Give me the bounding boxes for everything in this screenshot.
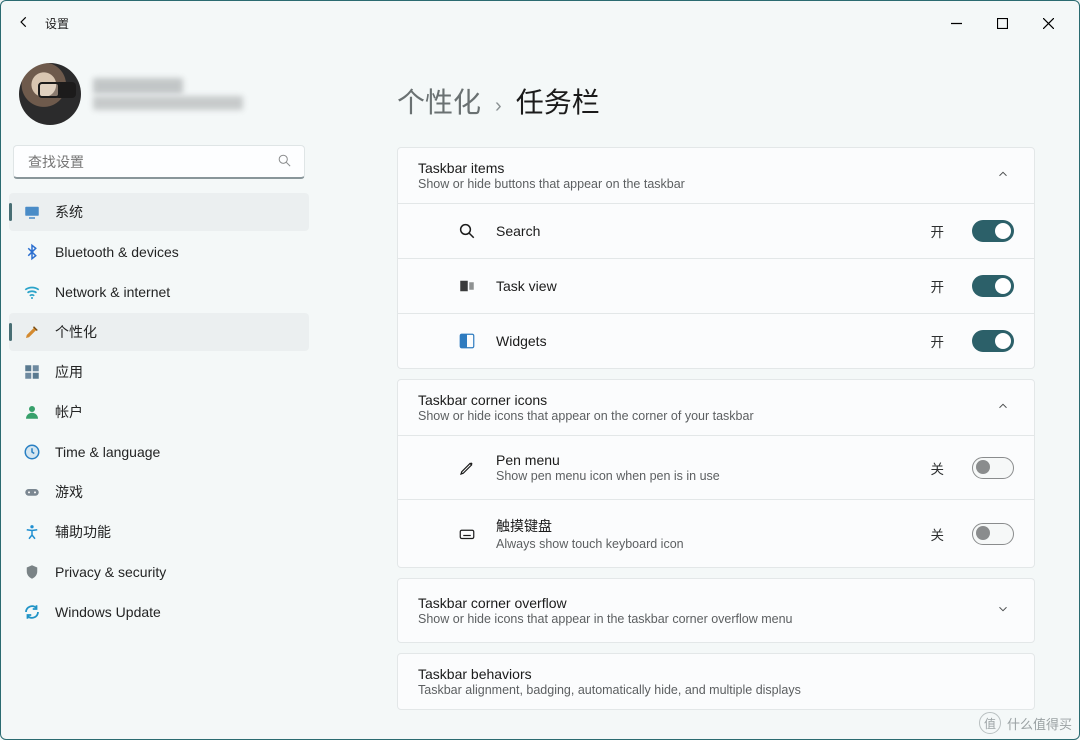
accounts-icon [23,403,41,421]
nav-label: Time & language [55,444,160,460]
section-header[interactable]: Taskbar behaviors Taskbar alignment, bad… [398,654,1034,709]
section-taskbar-items: Taskbar items Show or hide buttons that … [397,147,1035,369]
section-header[interactable]: Taskbar corner overflow Show or hide ico… [398,579,1034,642]
row-label: Widgets [496,333,547,349]
clock-icon [23,443,41,461]
toggle-search[interactable] [972,220,1014,242]
profile-block[interactable] [9,53,309,141]
nav-list: 系统 Bluetooth & devices Network & interne… [9,193,309,631]
row-pen: Pen menu Show pen menu icon when pen is … [398,435,1034,499]
back-button[interactable] [17,15,31,32]
nav-update[interactable]: Windows Update [9,593,309,631]
section-subtitle: Show or hide icons that appear on the co… [418,409,754,423]
nav-privacy[interactable]: Privacy & security [9,553,309,591]
titlebar: 设置 [1,1,1079,45]
nav-label: 帐户 [55,402,83,422]
shield-icon [23,563,41,581]
chevron-down-icon [996,602,1014,620]
chevron-up-icon [996,399,1014,417]
nav-label: Network & internet [55,284,170,300]
section-subtitle: Taskbar alignment, badging, automaticall… [418,683,801,697]
gamepad-icon [23,483,41,501]
nav-label: Windows Update [55,604,161,620]
nav-system[interactable]: 系统 [9,193,309,231]
brush-icon [23,323,41,341]
nav-label: 辅助功能 [55,522,111,542]
minimize-button[interactable] [933,1,979,45]
section-header[interactable]: Taskbar corner icons Show or hide icons … [398,380,1034,435]
nav-personalize[interactable]: 个性化 [9,313,309,351]
nav-label: 应用 [55,362,83,382]
avatar [19,63,81,125]
toggle-pen[interactable] [972,457,1014,479]
sidebar: 系统 Bluetooth & devices Network & interne… [1,45,317,739]
nav-accounts[interactable]: 帐户 [9,393,309,431]
search-icon [456,222,478,240]
search-input[interactable] [26,153,277,171]
section-title: Taskbar corner icons [418,392,754,408]
section-title: Taskbar corner overflow [418,595,793,611]
toggle-taskview[interactable] [972,275,1014,297]
row-taskview: Task view 开 [398,258,1034,313]
nav-label: 个性化 [55,322,97,342]
widgets-icon [456,332,478,350]
bluetooth-icon [23,243,41,261]
section-behaviors: Taskbar behaviors Taskbar alignment, bad… [397,653,1035,710]
breadcrumb: 个性化 › 任务栏 [397,81,1035,121]
toggle-state: 开 [931,331,945,351]
nav-gaming[interactable]: 游戏 [9,473,309,511]
pen-icon [456,459,478,477]
nav-label: Bluetooth & devices [55,244,179,260]
accessibility-icon [23,523,41,541]
taskview-icon [456,277,478,295]
nav-apps[interactable]: 应用 [9,353,309,391]
nav-label: 游戏 [55,482,83,502]
toggle-state: 关 [931,524,945,544]
section-subtitle: Show or hide buttons that appear on the … [418,177,685,191]
chevron-up-icon [996,167,1014,185]
breadcrumb-current: 任务栏 [516,81,600,121]
toggle-state: 开 [931,276,945,296]
row-search: Search 开 [398,203,1034,258]
toggle-state: 开 [931,221,945,241]
section-title: Taskbar items [418,160,685,176]
search-icon [277,153,292,171]
toggle-state: 关 [931,458,945,478]
nav-label: 系统 [55,202,83,222]
section-header[interactable]: Taskbar items Show or hide buttons that … [398,148,1034,203]
section-title: Taskbar behaviors [418,666,801,682]
profile-text [93,78,243,110]
section-subtitle: Show or hide icons that appear in the ta… [418,612,793,626]
toggle-widgets[interactable] [972,330,1014,352]
row-sublabel: Show pen menu icon when pen is in use [496,469,720,483]
breadcrumb-parent[interactable]: 个性化 [397,81,481,121]
nav-label: Privacy & security [55,564,166,580]
nav-network[interactable]: Network & internet [9,273,309,311]
search-box[interactable] [13,145,305,179]
section-overflow: Taskbar corner overflow Show or hide ico… [397,578,1035,643]
section-corner-icons: Taskbar corner icons Show or hide icons … [397,379,1035,568]
maximize-button[interactable] [979,1,1025,45]
chevron-right-icon: › [495,95,502,118]
update-icon [23,603,41,621]
window-title: 设置 [45,15,69,32]
row-label: 触摸键盘 [496,516,684,536]
row-label: Task view [496,278,557,294]
wifi-icon [23,283,41,301]
row-sublabel: Always show touch keyboard icon [496,537,684,551]
apps-icon [23,363,41,381]
main-pane: 个性化 › 任务栏 Taskbar items Show or hide but… [317,45,1079,739]
nav-bluetooth[interactable]: Bluetooth & devices [9,233,309,271]
row-touch-keyboard: 触摸键盘 Always show touch keyboard icon 关 [398,499,1034,567]
system-icon [23,203,41,221]
nav-accessibility[interactable]: 辅助功能 [9,513,309,551]
keyboard-icon [456,525,478,543]
close-button[interactable] [1025,1,1071,45]
row-label: Search [496,223,540,239]
row-label: Pen menu [496,452,720,468]
nav-time[interactable]: Time & language [9,433,309,471]
row-widgets: Widgets 开 [398,313,1034,368]
toggle-touch-keyboard[interactable] [972,523,1014,545]
